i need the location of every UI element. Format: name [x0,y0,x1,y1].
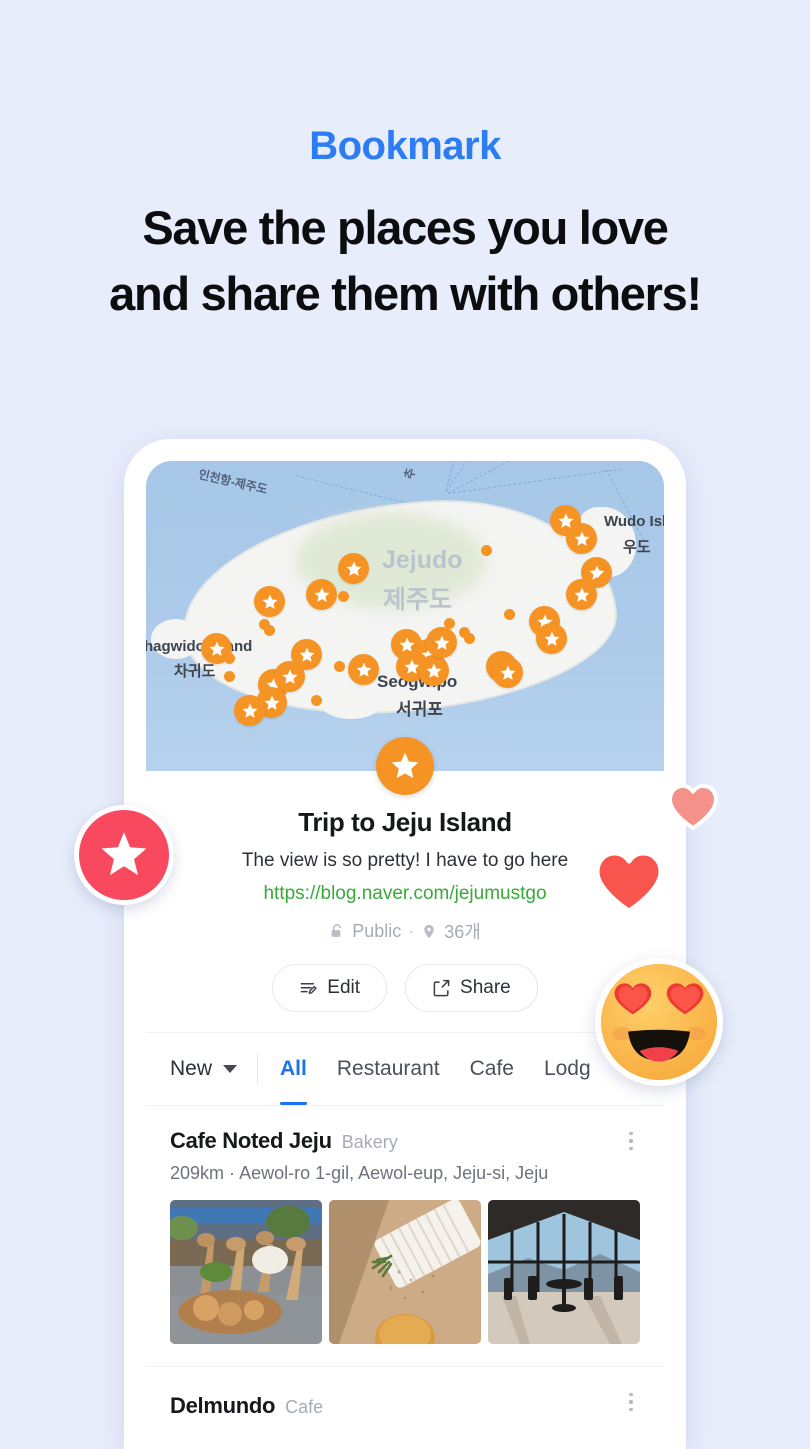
map-dot[interactable] [224,671,235,682]
place-heading: Cafe Noted Jeju Bakery [170,1128,640,1154]
bookmark-actions: Edit Share [166,964,644,1012]
bookmark-description: The view is so pretty! I have to go here [241,850,569,871]
promo-headline: Save the places you love and share them … [0,195,810,327]
map-marker-star[interactable] [254,586,285,617]
map-marker-star[interactable] [426,627,457,658]
map-dot[interactable] [264,625,275,636]
bookmark-hero-star-marker[interactable] [376,737,434,795]
smiling-face-with-heart-eyes-icon [601,964,717,1080]
map-dot[interactable] [224,653,235,664]
place-category: Cafe [285,1397,324,1417]
heart-sticker-large [594,849,664,915]
edit-lines-pencil-icon [300,982,317,994]
list-item[interactable]: Delmundo Cafe [146,1366,664,1419]
meta-separator: · [408,920,415,941]
list-item[interactable]: Cafe Noted Jeju Bakery 209km · Aewol-ro … [146,1106,664,1344]
chevron-down-icon [223,1065,238,1073]
place-name: Cafe Noted Jeju [170,1128,332,1153]
promo-headline-line-2: and share them with others! [109,266,702,320]
filter-bar: New All Restaurant Cafe Lodg [146,1032,664,1106]
edit-button-label: Edit [327,977,361,998]
map-marker-star[interactable] [348,654,379,685]
map-marker-star[interactable] [536,623,567,654]
map-pin-icon [421,923,437,940]
map-islet-chagwido [151,619,201,659]
place-list: Cafe Noted Jeju Bakery 209km · Aewol-ro … [146,1106,664,1419]
promo-eyebrow: Bookmark [309,124,501,168]
map-view[interactable]: 인천항-제주도 추 Jejudo 제주도 Seogwipo 서귀포 Wudo I… [146,461,664,771]
phone-screen: 인천항-제주도 추 Jejudo 제주도 Seogwipo 서귀포 Wudo I… [146,461,664,1449]
sort-selector-label: New [170,1057,213,1080]
star-badge-sticker [74,805,174,905]
map-marker-star[interactable] [338,553,369,584]
bookmark-title: Trip to Jeju Island [298,807,512,837]
map-dot[interactable] [464,633,475,644]
place-photo[interactable] [488,1200,640,1344]
place-heading: Delmundo Cafe [170,1393,640,1419]
edit-button[interactable]: Edit [272,964,388,1012]
map-dot[interactable] [598,574,609,585]
bookmark-meta: Public · 36개 [166,918,644,944]
place-photo[interactable] [329,1200,481,1344]
place-distance: 209km [170,1163,225,1183]
promo-headline-line-1: Save the places you love [142,201,669,254]
star-icon [101,832,147,876]
place-category: Bakery [341,1132,398,1152]
phone-mockup: 인천항-제주도 추 Jejudo 제주도 Seogwipo 서귀포 Wudo I… [124,439,686,1449]
map-dot[interactable] [504,609,515,620]
map-marker-star[interactable] [306,579,337,610]
map-marker-star[interactable] [274,661,305,692]
place-photos [170,1200,640,1344]
map-dot[interactable] [338,591,349,602]
heart-sticker-small [668,783,718,831]
map-dot[interactable] [311,695,322,706]
place-address-row: 209km · Aewol-ro 1-gil, Aewol-eup, Jeju-… [170,1163,640,1184]
map-dot[interactable] [334,661,345,672]
sort-selector[interactable]: New [170,1057,257,1081]
map-marker-star[interactable] [418,655,449,686]
map-marker-star[interactable] [566,579,597,610]
heart-icon [594,850,664,914]
heart-eyes-emoji-sticker [595,958,723,1086]
map-dot[interactable] [444,618,455,629]
unlock-icon [329,923,345,940]
map-dot[interactable] [481,545,492,556]
place-address: Aewol-ro 1-gil, Aewol-eup, Jeju-si, Jeju [239,1163,549,1183]
bookmark-place-count: 36개 [444,922,481,942]
map-marker-star[interactable] [566,523,597,554]
tab-restaurant[interactable]: Restaurant [337,1033,440,1105]
tab-all[interactable]: All [280,1033,307,1105]
bookmark-visibility: Public [352,920,402,941]
kebab-menu-icon[interactable] [620,1128,642,1154]
share-button[interactable]: Share [405,964,538,1012]
place-separator: · [229,1163,236,1183]
star-marker-icon [391,752,419,779]
map-marker-star[interactable] [492,657,523,688]
share-button-label: Share [460,977,511,998]
map-islet-south [321,689,381,719]
map-marker-star[interactable] [234,695,265,726]
bookmark-info-card: Trip to Jeju Island The view is so prett… [146,771,664,1032]
category-tabs: All Restaurant Cafe Lodg [258,1033,591,1105]
tab-lodging[interactable]: Lodg [544,1033,591,1105]
promo-header: Bookmark Save the places you love and sh… [0,0,810,327]
share-box-arrow-icon [433,979,450,996]
tab-cafe[interactable]: Cafe [470,1033,514,1105]
heart-icon [668,784,718,830]
bookmark-link[interactable]: https://blog.naver.com/jejumustgo [166,883,644,905]
kebab-menu-icon[interactable] [620,1389,642,1415]
place-photo[interactable] [170,1200,322,1344]
place-name: Delmundo [170,1393,276,1418]
